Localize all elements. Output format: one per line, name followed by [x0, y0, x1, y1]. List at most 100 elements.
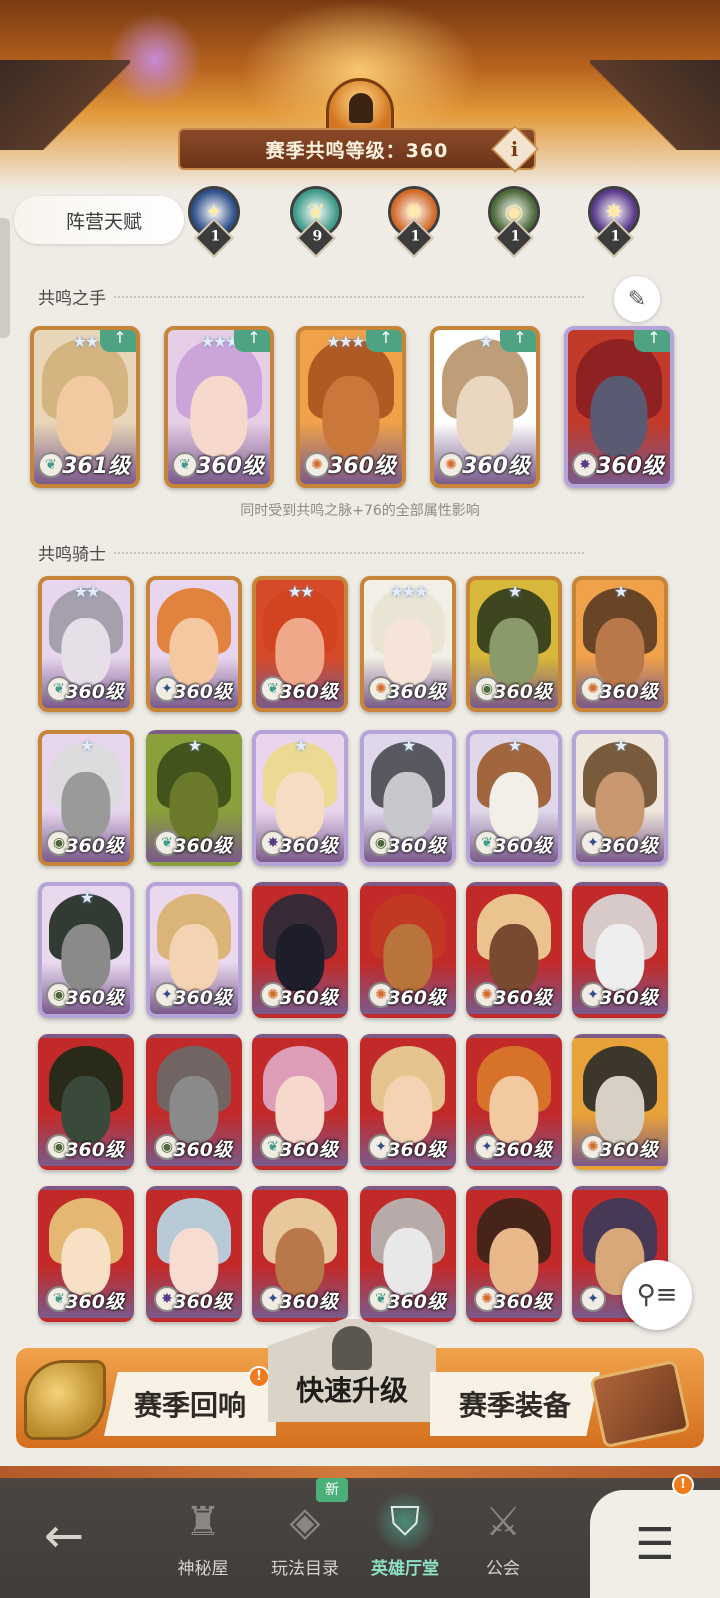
hero-card[interactable]: ★ ❦ 360级	[466, 730, 562, 866]
star-rank: ★	[613, 736, 628, 755]
hero-card[interactable]: ✦ 360级	[146, 576, 242, 712]
resonance-knights-heading: 共鸣骑士	[38, 540, 584, 565]
hero-card[interactable]: ★ ❦ 360级	[146, 730, 242, 866]
hero-level: 361级	[62, 454, 130, 479]
hero-card[interactable]: ★ ◉ 360级	[360, 730, 456, 866]
hero-card[interactable]: ★★ ❦ 361级 ↑	[30, 326, 140, 488]
hero-card[interactable]: ✺ 360级	[360, 882, 456, 1018]
star-rank: ★★	[73, 582, 101, 601]
hero-card[interactable]: ★★★ ✺ 360级	[360, 576, 456, 712]
hero-portrait	[61, 1228, 111, 1295]
filter-button[interactable]: ⚲≡	[622, 1260, 692, 1330]
info-button[interactable]: i	[491, 125, 539, 173]
star-rank: ★★★	[389, 582, 428, 601]
hero-card[interactable]: ◉ 360级	[146, 1034, 242, 1170]
star-rank: ★	[293, 736, 308, 755]
hero-card[interactable]: ❦ 360级	[38, 1186, 134, 1322]
hero-card[interactable]: ★★★ ❦ 360级 ↑	[164, 326, 274, 488]
hero-portrait	[590, 376, 648, 457]
hero-card[interactable]: ✺ 360级	[572, 1034, 668, 1170]
star-rank: ★	[79, 888, 94, 907]
hero-portrait	[169, 1076, 219, 1143]
hero-portrait	[169, 1228, 219, 1295]
hero-level: 360级	[173, 681, 232, 703]
faction-talent-wilder[interactable]: ❦ 9	[288, 186, 344, 258]
hero-level: 360级	[599, 1139, 658, 1161]
feather-quill-button[interactable]: ✎	[614, 276, 660, 322]
hero-level: 360级	[599, 835, 658, 857]
hero-portrait	[489, 772, 539, 839]
faction-talent-celestial-hypogean[interactable]: ✸ 1	[586, 186, 642, 258]
hero-card[interactable]: ★ ✺ 360级 ↑	[430, 326, 540, 488]
hero-card[interactable]: ❦ 360级	[360, 1186, 456, 1322]
hero-card[interactable]: ★★ ❦ 360级	[252, 576, 348, 712]
hero-level: 360级	[462, 454, 530, 479]
hero-card[interactable]: ✦ 360级	[252, 1186, 348, 1322]
hero-level: 360级	[279, 1291, 338, 1313]
menu-button[interactable]: ☰	[590, 1490, 720, 1598]
hero-portrait	[61, 1076, 111, 1143]
hero-portrait	[275, 1076, 325, 1143]
hero-card[interactable]: ★ ✸ 360级	[252, 730, 348, 866]
hero-card[interactable]: ★ ✺ 360级	[572, 576, 668, 712]
hero-portrait	[322, 376, 380, 457]
nav-label: 英雄厅堂	[371, 1559, 439, 1579]
section-divider	[114, 295, 584, 298]
faction-talent-graveborn-mauler[interactable]: ✺ 1	[386, 186, 442, 258]
hero-portrait	[169, 924, 219, 991]
hero-level: 360级	[65, 681, 124, 703]
faction-count: 1	[210, 228, 221, 245]
nav-label: 公会	[486, 1559, 520, 1579]
hero-portrait	[595, 924, 645, 991]
faction-talent-graveborn[interactable]: ◉ 1	[486, 186, 542, 258]
hero-card[interactable]: ★★ ❦ 360级	[38, 576, 134, 712]
hero-level: 360级	[65, 1291, 124, 1313]
hero-portrait	[56, 376, 114, 457]
nav-item-mystery-house[interactable]: ♜ 神秘屋	[148, 1486, 258, 1596]
star-rank: ★★	[287, 582, 315, 601]
hero-portrait	[383, 1076, 433, 1143]
hero-card[interactable]: ✸ 360级 ↑	[564, 326, 674, 488]
hero-card[interactable]: ❦ 360级	[252, 1034, 348, 1170]
hero-card[interactable]: ✦ 360级	[572, 882, 668, 1018]
hero-level: 360级	[279, 987, 338, 1009]
helmet-icon	[332, 1326, 372, 1370]
hero-card[interactable]: ★★★★ ✺ 360级 ↑	[296, 326, 406, 488]
nav-item-game-modes[interactable]: ◈ 玩法目录	[250, 1486, 360, 1596]
hero-card[interactable]: ◉ 360级	[38, 1034, 134, 1170]
hero-portrait	[275, 618, 325, 685]
hero-card[interactable]: ✸ 360级	[146, 1186, 242, 1322]
season-echo-emblem-icon	[24, 1360, 106, 1440]
hero-portrait	[595, 618, 645, 685]
hero-portrait	[489, 924, 539, 991]
hero-level: 360级	[493, 835, 552, 857]
hero-card[interactable]: ✺ 360级	[466, 882, 562, 1018]
mystery-house-icon: ♜	[185, 1499, 221, 1545]
hero-card[interactable]: ✦ 360级	[360, 1034, 456, 1170]
star-rank: ★	[507, 582, 522, 601]
sun-icon: ✺	[304, 452, 330, 478]
back-arrow-button[interactable]: ←	[24, 1506, 104, 1566]
nav-item-hero-hall-helmet[interactable]: ⛉ 英雄厅堂	[350, 1486, 460, 1596]
hero-card[interactable]: ✺ 360级	[252, 882, 348, 1018]
hero-card[interactable]: ✦ 360级	[466, 1034, 562, 1170]
hero-card[interactable]: ★ ✦ 360级	[572, 730, 668, 866]
upgrade-arrow-icon: ↑	[100, 330, 136, 352]
hero-card[interactable]: ★ ◉ 360级	[38, 730, 134, 866]
hero-hall-screen: 赛季共鸣等级：360 i 阵营天赋 ✦ 1 ❦ 9 ✺ 1 ◉ 1 ✸ 1 共鸣之手 ✎ ★★ ❦ 3…	[0, 0, 720, 1598]
nav-label: 玩法目录	[271, 1559, 339, 1579]
hero-level: 360级	[328, 454, 396, 479]
hero-level: 360级	[387, 681, 446, 703]
hero-card[interactable]: ★ ◉ 360级	[466, 576, 562, 712]
hero-card[interactable]: ★ ◉ 360级	[38, 882, 134, 1018]
banner-left-ornament	[0, 60, 130, 150]
hero-portrait	[595, 772, 645, 839]
nav-item-guild-swords[interactable]: ⚔ 公会	[448, 1486, 558, 1596]
hero-portrait	[595, 1076, 645, 1143]
season-equipment-button[interactable]: 赛季装备	[430, 1372, 600, 1436]
hero-level: 360级	[599, 681, 658, 703]
star-rank: ★	[613, 582, 628, 601]
faction-talent-lightbearer[interactable]: ✦ 1	[186, 186, 242, 258]
hero-card[interactable]: ✦ 360级	[146, 882, 242, 1018]
hero-card[interactable]: ✺ 360级	[466, 1186, 562, 1322]
